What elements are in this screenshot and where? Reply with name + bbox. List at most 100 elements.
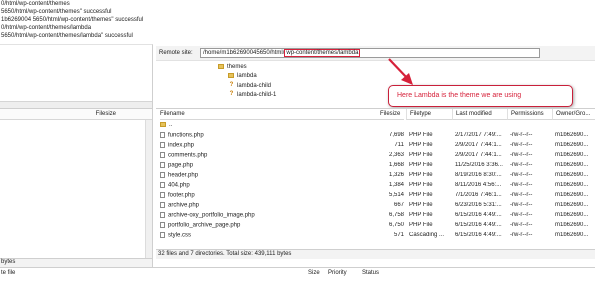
column-header-owner-group[interactable]: Owner/Gro... [552, 109, 595, 120]
cell-modified: 6/15/2016 4:49:... [455, 222, 502, 228]
log-line: 1b6269004 5650/html/wp-content/themes" s… [1, 17, 144, 23]
cell-filename: portfolio_archive_page.php [160, 222, 375, 229]
cell-perms: -rw-r--r-- [510, 212, 533, 218]
file-icon [160, 182, 165, 188]
cell-filename: footer.php [160, 192, 375, 199]
column-header-permissions[interactable]: Permissions [507, 109, 552, 120]
file-icon [160, 142, 165, 148]
cell-type: PHP File [409, 172, 433, 178]
column-header-filetype[interactable]: Filetype [406, 109, 452, 120]
column-header-filesize[interactable]: Filesize [96, 111, 116, 117]
file-icon [160, 232, 165, 238]
file-icon [160, 152, 165, 158]
cell-owner: m1b62690... [555, 222, 589, 228]
table-row[interactable]: style.css 571 Cascading ... 6/15/2016 4:49:… [156, 231, 595, 240]
cell-size: 6,750 [388, 222, 404, 228]
cell-perms: -rw-r--r-- [510, 162, 533, 168]
cell-type: PHP File [409, 212, 433, 218]
table-row[interactable]: footer.php 5,514 PHP File 7/1/2016 7:46:1..… [156, 191, 595, 200]
file-icon [160, 222, 165, 228]
remote-path-prefix: /home/m1b62690045650/html/ [203, 50, 285, 56]
cell-filename: 404.php [160, 182, 375, 189]
queue-column-priority[interactable]: Priority [328, 270, 347, 276]
cell-size: 1,668 [388, 162, 404, 168]
cell-size: 667 [393, 202, 404, 208]
table-row[interactable]: functions.php 7,698 PHP File 2/17/2017 7:49… [156, 131, 595, 140]
cell-filename: page.php [160, 162, 375, 169]
table-row[interactable]: archive-oxy_portfolio_image.php 6,758 PHP … [156, 211, 595, 220]
vertical-scrollbar[interactable] [145, 120, 152, 258]
table-row[interactable]: header.php 1,326 PHP File 8/19/2016 8:30:..… [156, 171, 595, 180]
annotation-callout: Here Lambda is the theme we are using [388, 85, 573, 107]
filename-text: style.css [168, 232, 192, 239]
filename-text: 404.php [168, 182, 190, 189]
queue-column-size[interactable]: Size [308, 270, 320, 276]
queue-column-file[interactable]: te file [1, 270, 15, 276]
cell-filename: comments.php [160, 152, 375, 159]
tree-item-lambda-child[interactable]: ? lambda-child [228, 82, 271, 90]
cell-type: PHP File [409, 202, 433, 208]
cell-perms: -rw-r--r-- [510, 182, 533, 188]
cell-modified: 8/19/2016 8:30:... [455, 172, 502, 178]
remote-path-input[interactable]: /home/m1b62690045650/html/wp-content/the… [200, 48, 540, 58]
remote-path-highlight: wp-content/themes/lambda [284, 49, 361, 57]
cell-owner: m1b62690... [555, 202, 589, 208]
column-header-filesize[interactable]: Filesize [380, 109, 404, 120]
tree-item-themes[interactable]: themes [218, 64, 247, 72]
local-directory-tree[interactable] [0, 44, 153, 108]
filename-text: .. [169, 122, 173, 129]
cell-perms: -rw-r--r-- [510, 222, 533, 228]
cell-filename: archive.php [160, 202, 375, 209]
column-header-filename[interactable]: Filename [160, 109, 380, 120]
table-row[interactable]: 404.php 1,384 PHP File 8/11/2016 4:56:... -r… [156, 181, 595, 190]
cell-filename: style.css [160, 232, 375, 239]
tree-item-lambda[interactable]: lambda [228, 73, 257, 81]
parent-folder-icon [160, 122, 166, 127]
cell-perms: -rw-r--r-- [510, 152, 533, 158]
cell-type: PHP File [409, 192, 433, 198]
log-line: 0/html/wp-content/themes [1, 1, 70, 7]
cell-size: 2,363 [388, 152, 404, 158]
log-line: 0/html/wp-content/themes/lambda [1, 25, 92, 31]
cell-owner: m1b62690... [555, 162, 589, 168]
file-icon [160, 132, 165, 138]
folder-icon [218, 64, 224, 69]
cell-size: 711 [394, 142, 404, 148]
file-icon [160, 172, 165, 178]
cell-modified: 11/25/2016 3:36... [455, 162, 503, 168]
table-row[interactable]: index.php 711 PHP File 2/9/2017 7:44:1... -r… [156, 141, 595, 150]
cell-filename: header.php [160, 172, 375, 179]
table-row[interactable]: page.php 1,668 PHP File 11/25/2016 3:36... -… [156, 161, 595, 170]
cell-type: PHP File [409, 152, 433, 158]
local-list-header: Filesize [0, 109, 152, 120]
filename-text: archive-oxy_portfolio_image.php [168, 212, 255, 219]
table-row[interactable]: .. [156, 121, 595, 130]
tree-item-lambda-child-1[interactable]: ? lambda-child-1 [228, 91, 277, 99]
cell-owner: m1b62690... [555, 132, 589, 138]
column-header-last-modified[interactable]: Last modified [452, 109, 507, 120]
table-row[interactable]: archive.php 667 PHP File 6/23/2016 5:31:...… [156, 201, 595, 210]
cell-type: Cascading ... [409, 232, 445, 238]
cell-owner: m1b62690... [555, 182, 589, 188]
cell-perms: -rw-r--r-- [510, 232, 533, 238]
cell-modified: 2/9/2017 7:44:1... [455, 152, 502, 158]
cell-size: 5,514 [388, 192, 404, 198]
filename-text: archive.php [168, 202, 200, 209]
cell-modified: 6/15/2016 4:49:... [455, 212, 502, 218]
cell-modified: 7/1/2016 7:46:1... [455, 192, 502, 198]
queue-column-status[interactable]: Status [362, 270, 379, 276]
cell-modified: 6/15/2016 4:49:... [455, 232, 502, 238]
remote-site-label: Remote site: [159, 50, 193, 56]
cell-modified: 2/9/2017 7:44:1... [455, 142, 502, 148]
local-file-list[interactable]: Filesize [0, 108, 153, 258]
filename-text: page.php [168, 162, 194, 169]
table-row[interactable]: portfolio_archive_page.php 6,750 PHP File 6… [156, 221, 595, 230]
horizontal-scrollbar[interactable] [0, 101, 152, 108]
cell-type: PHP File [409, 162, 433, 168]
cell-type: PHP File [409, 132, 433, 138]
filename-text: functions.php [168, 132, 204, 139]
cell-owner: m1b62690... [555, 192, 589, 198]
table-row[interactable]: comments.php 2,363 PHP File 2/9/2017 7:44:1… [156, 151, 595, 160]
remote-file-list[interactable]: Filename Filesize Filetype Last modified… [156, 108, 595, 249]
question-icon: ? [229, 82, 234, 88]
